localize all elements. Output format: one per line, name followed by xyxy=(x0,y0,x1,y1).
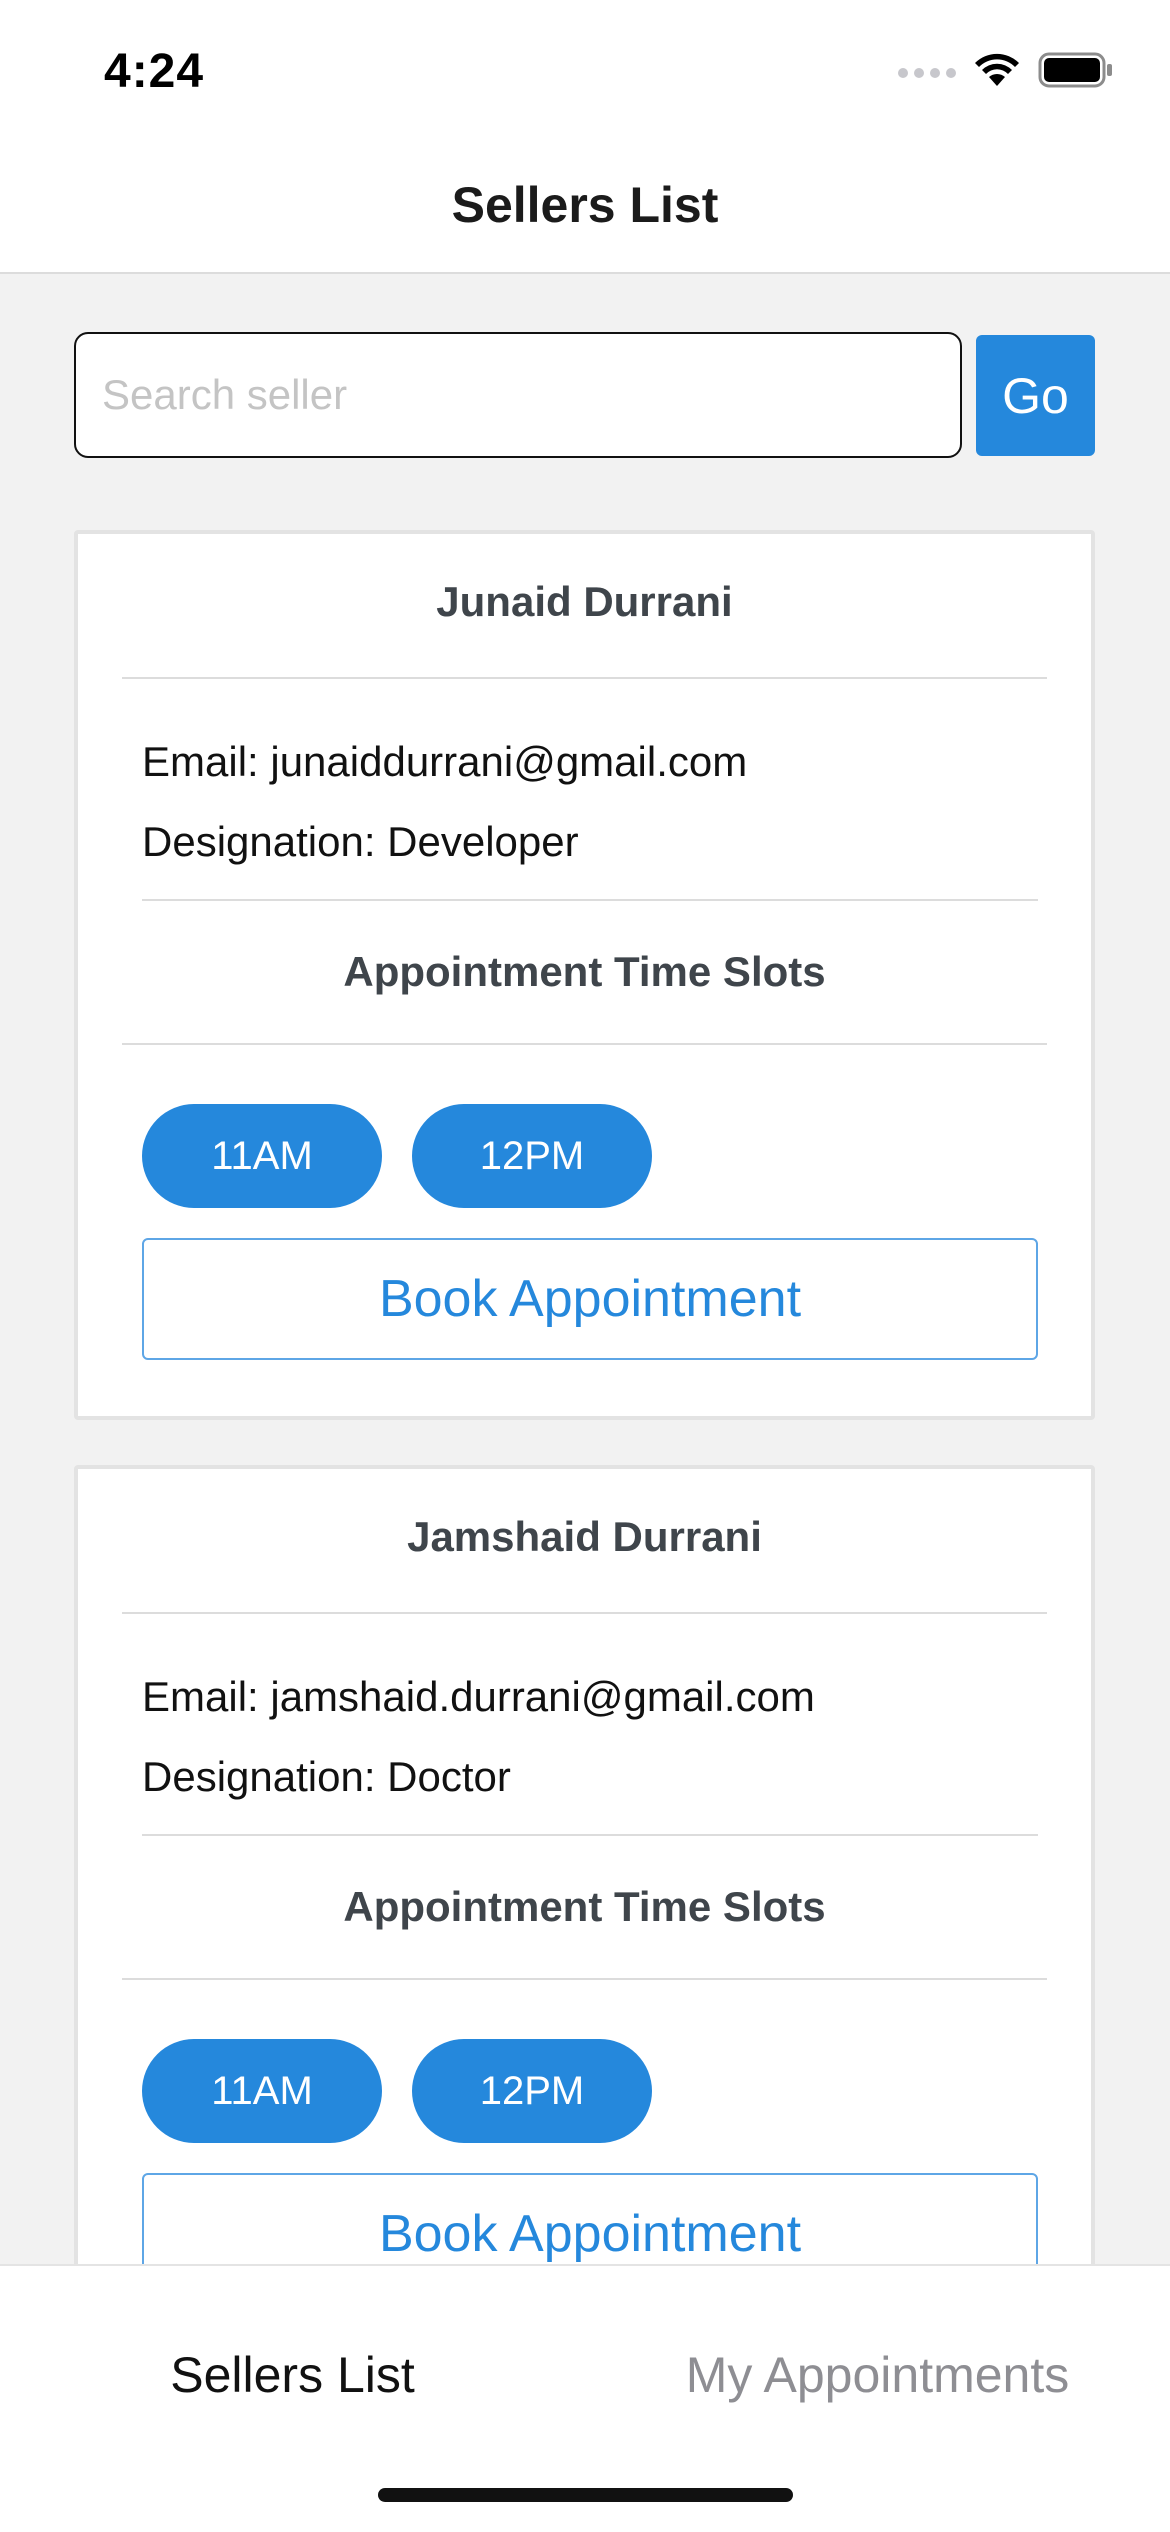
status-bar: 4:24 xyxy=(0,0,1170,140)
navigation-header: Sellers List xyxy=(0,140,1170,274)
seller-name: Jamshaid Durrani xyxy=(407,1513,762,1560)
book-appointment-button[interactable]: Book Appointment xyxy=(142,2173,1038,2264)
divider xyxy=(122,677,1047,679)
book-appointment-button[interactable]: Book Appointment xyxy=(142,1238,1038,1360)
seller-card: Jamshaid Durrani Email: jamshaid.durrani… xyxy=(74,1465,1095,2264)
divider xyxy=(122,1978,1047,1980)
divider xyxy=(122,1612,1047,1614)
divider xyxy=(122,1043,1047,1045)
time-slot-button[interactable]: 12PM xyxy=(412,2039,652,2143)
status-time: 4:24 xyxy=(104,45,205,98)
tab-my-appointments[interactable]: My Appointments xyxy=(585,2346,1170,2404)
divider xyxy=(142,1834,1038,1836)
go-button[interactable]: Go xyxy=(976,335,1095,456)
sellers-list[interactable]: Junaid Durrani Email: junaiddurrani@gmai… xyxy=(0,274,1170,2264)
seller-email: Email: junaiddurrani@gmail.com xyxy=(142,738,748,785)
seller-designation: Designation: Doctor xyxy=(142,1753,511,1800)
divider xyxy=(142,899,1038,901)
seller-name: Junaid Durrani xyxy=(436,578,733,625)
seller-email: Email: jamshaid.durrani@gmail.com xyxy=(142,1673,815,1720)
time-slot-button[interactable]: 11AM xyxy=(142,2039,382,2143)
time-slot-button[interactable]: 12PM xyxy=(412,1104,652,1208)
home-indicator[interactable] xyxy=(378,2488,793,2502)
seller-designation: Designation: Developer xyxy=(142,818,579,865)
tab-sellers-list[interactable]: Sellers List xyxy=(0,2346,585,2404)
seller-card: Junaid Durrani Email: junaiddurrani@gmai… xyxy=(74,530,1095,1420)
time-slots-title: Appointment Time Slots xyxy=(343,948,826,995)
search-input[interactable] xyxy=(74,332,962,458)
cellular-signal-icon xyxy=(898,67,956,78)
page-title: Sellers List xyxy=(451,177,719,233)
time-slot-button[interactable]: 11AM xyxy=(142,1104,382,1208)
battery-icon xyxy=(1038,52,1114,93)
wifi-icon xyxy=(974,53,1020,92)
app-screen: 4:24 Sellers List Junaid Durrani Email: … xyxy=(0,0,1170,2532)
status-icons xyxy=(898,52,1114,93)
time-slots-title: Appointment Time Slots xyxy=(343,1883,826,1930)
